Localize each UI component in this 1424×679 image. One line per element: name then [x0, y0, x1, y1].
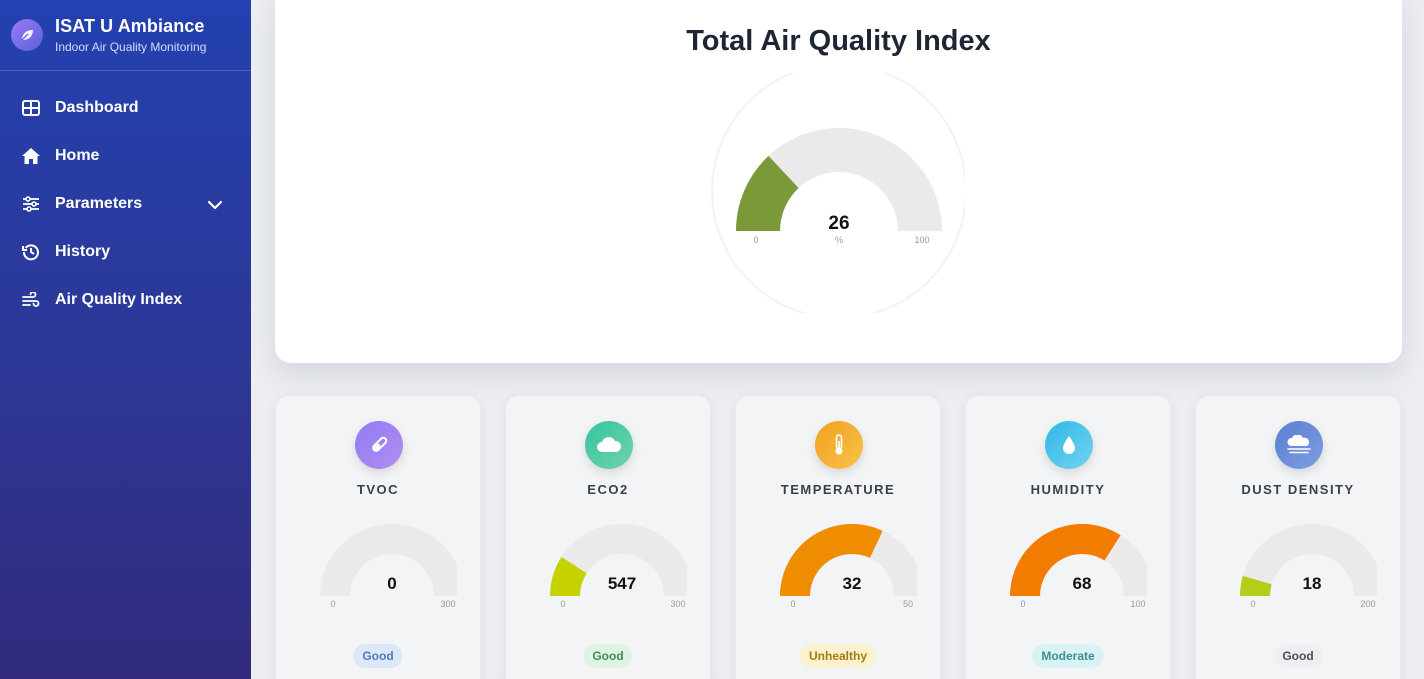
gauge-unit: %: [835, 235, 843, 245]
home-icon: [21, 146, 41, 166]
water-drop-icon: [1045, 421, 1093, 469]
grid-icon: [21, 98, 41, 118]
card-temperature[interactable]: TEMPERATURE 32 0 50 Unhealthy: [735, 395, 941, 679]
sidebar-item-home[interactable]: Home: [0, 132, 251, 180]
status-badge: Good: [353, 644, 403, 668]
gauge-min-label: 0: [753, 235, 758, 245]
card-label: ECO2: [587, 482, 629, 497]
page-title: Total Air Quality Index: [686, 25, 991, 57]
gauge-value: 547: [608, 574, 636, 593]
gauge-max-label: 50: [903, 599, 913, 609]
card-gauge: 68 0 100: [1010, 524, 1147, 609]
card-gauge: 32 0 50: [780, 524, 917, 609]
gauge-value: 32: [843, 574, 862, 593]
card-tvoc[interactable]: TVOC 0 0 300 Good: [275, 395, 481, 679]
thermometer-icon: [815, 421, 863, 469]
status-badge: Good: [583, 644, 633, 668]
status-badge: Unhealthy: [799, 644, 877, 668]
cloud-icon: [585, 421, 633, 469]
gauge-min-label: 0: [560, 599, 565, 609]
gauge-max-label: 200: [1360, 599, 1375, 609]
gauge-min-label: 0: [1250, 599, 1255, 609]
gauge-max-label: 300: [440, 599, 455, 609]
gauge-min-label: 0: [790, 599, 795, 609]
sidebar-item-label: History: [55, 243, 111, 260]
card-gauge: 18 0 200: [1240, 524, 1377, 609]
brand-subtitle: Indoor Air Quality Monitoring: [55, 40, 207, 54]
total-aqi-gauge: 26 % 0 100: [711, 73, 965, 313]
gauge-value: 0: [387, 574, 396, 593]
brand[interactable]: ISAT U Ambiance Indoor Air Quality Monit…: [0, 0, 251, 71]
gauge-max-label: 100: [1130, 599, 1145, 609]
sidebar-item-label: Home: [55, 147, 100, 164]
status-badge: Moderate: [1032, 644, 1104, 668]
card-label: TVOC: [356, 482, 400, 497]
sidebar: ISAT U Ambiance Indoor Air Quality Monit…: [0, 0, 251, 679]
card-gauge: 547 0 300: [550, 524, 687, 609]
leaf-icon: [11, 19, 43, 51]
smog-icon: [1275, 421, 1323, 469]
gauge-value: 18: [1303, 574, 1322, 593]
card-label: TEMPERATURE: [780, 482, 896, 497]
gauge-min-label: 0: [1020, 599, 1025, 609]
wind-icon: [21, 290, 41, 310]
card-eco2[interactable]: ECO2 547 0 300 Good: [505, 395, 711, 679]
sliders-icon: [21, 194, 41, 214]
card-label: DUST DENSITY: [1241, 482, 1355, 497]
gauge-min-label: 0: [330, 599, 335, 609]
sidebar-item-parameters[interactable]: Parameters: [0, 180, 251, 228]
card-label: HUMIDITY: [1030, 482, 1106, 497]
brand-title: ISAT U Ambiance: [55, 16, 205, 36]
total-aqi-card: Total Air Quality Index 26 % 0 100: [275, 0, 1402, 363]
sidebar-item-label: Dashboard: [55, 99, 139, 116]
gauge-fill: [780, 524, 883, 596]
gauge-value: 26: [828, 213, 849, 234]
card-gauge: 0 0 300: [320, 524, 457, 609]
gauge-fill: [1010, 524, 1121, 596]
sidebar-nav: Dashboard Home Parameters History Air Qu…: [0, 84, 251, 324]
chevron-down-icon[interactable]: [206, 196, 224, 214]
sidebar-item-air-quality-index[interactable]: Air Quality Index: [0, 276, 251, 324]
sidebar-item-label: Parameters: [55, 195, 143, 212]
card-humidity[interactable]: HUMIDITY 68 0 100 Moderate: [965, 395, 1171, 679]
parameter-cards: TVOC 0 0 300 Good ECO2 547 0 300 Good TEMPERATUR…: [275, 395, 1402, 679]
gauge-max-label: 300: [670, 599, 685, 609]
history-icon: [21, 242, 41, 262]
sidebar-item-dashboard[interactable]: Dashboard: [0, 84, 251, 132]
gauge-max-label: 100: [914, 235, 929, 245]
sidebar-item-history[interactable]: History: [0, 228, 251, 276]
test-tube-icon: [355, 421, 403, 469]
card-dust-density[interactable]: DUST DENSITY 18 0 200 Good: [1195, 395, 1401, 679]
sidebar-item-label: Air Quality Index: [55, 291, 183, 308]
status-badge: Good: [1273, 644, 1323, 668]
gauge-value: 68: [1073, 574, 1092, 593]
